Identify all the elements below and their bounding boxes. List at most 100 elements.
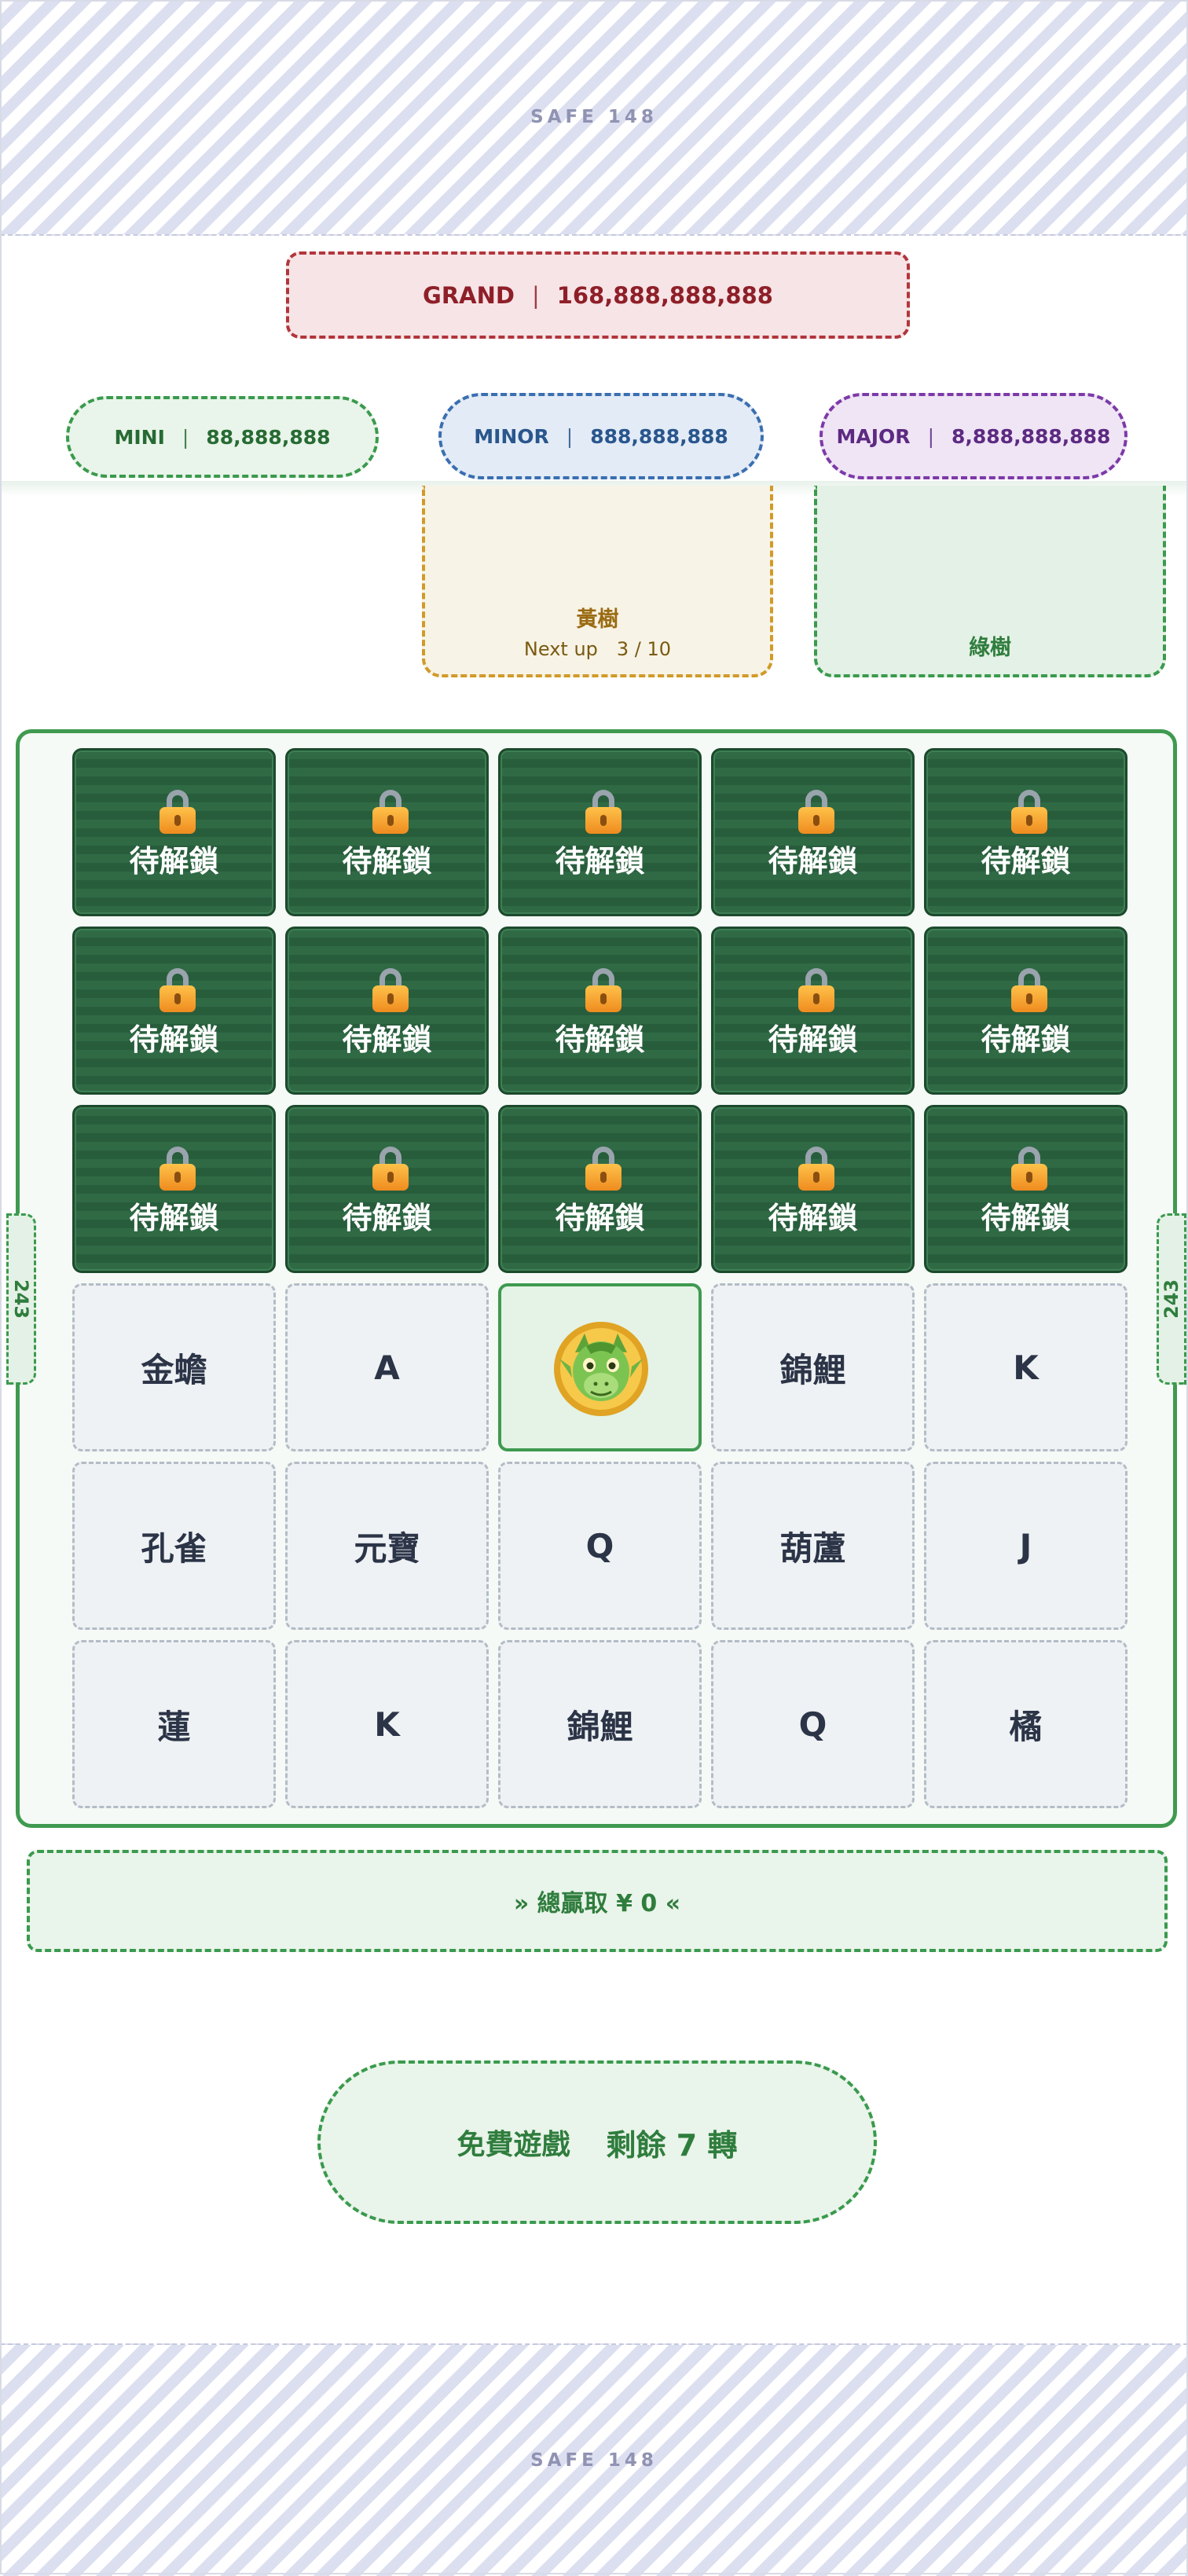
symbol-cell: 金蟾 <box>72 1283 276 1451</box>
symbol-label: Q <box>798 1704 827 1744</box>
total-win-bar: » 總贏取 ¥ 0 « <box>27 1850 1168 1952</box>
padlock-icon <box>372 968 409 1012</box>
locked-cell: 待解鎖 <box>498 927 702 1095</box>
locked-cell-label: 待解鎖 <box>768 1022 858 1057</box>
free-games-remaining: 剩餘 7 轉 <box>606 2127 738 2163</box>
symbol-cell: 葫蘆 <box>711 1462 915 1630</box>
minor-jackpot: MINOR | 888,888,888 <box>438 393 764 479</box>
minor-separator: | <box>566 424 574 448</box>
locked-cell: 待解鎖 <box>711 1105 915 1273</box>
symbol-cell: K <box>924 1283 1128 1451</box>
symbol-cell: Q <box>711 1640 915 1808</box>
padlock-icon <box>1011 790 1047 834</box>
symbol-cell: K <box>285 1640 489 1808</box>
locked-cell-label: 待解鎖 <box>981 844 1071 879</box>
symbol-label: K <box>1013 1348 1039 1387</box>
locked-cell-label: 待解鎖 <box>555 844 645 879</box>
padlock-icon <box>372 1147 409 1191</box>
locked-cell: 待解鎖 <box>72 748 276 916</box>
free-games-label: 免費遊戲 <box>456 2129 570 2161</box>
mini-jackpot: MINI | 88,888,888 <box>66 396 379 478</box>
symbol-label: 蓮 <box>157 1707 191 1746</box>
symbol-cell: A <box>285 1283 489 1451</box>
locked-cell-label: 待解鎖 <box>981 1201 1071 1235</box>
padlock-icon <box>585 790 622 834</box>
symbol-cell: 孔雀 <box>72 1462 276 1630</box>
grand-label: GRAND <box>423 281 515 309</box>
padlock-icon <box>372 790 409 834</box>
green-tree-panel: 綠樹 <box>814 486 1166 677</box>
locked-cell-label: 待解鎖 <box>768 844 858 879</box>
minor-label: MINOR <box>474 424 549 448</box>
locked-cell-label: 待解鎖 <box>129 844 219 879</box>
major-label: MAJOR <box>836 424 911 448</box>
free-games-button[interactable]: 免費遊戲 剩餘 7 轉 <box>317 2060 877 2224</box>
dragon-wild-cell <box>498 1283 702 1451</box>
locked-cell: 待解鎖 <box>285 748 489 916</box>
padlock-icon <box>585 1147 622 1191</box>
locked-cell-label: 待解鎖 <box>129 1022 219 1057</box>
yellow-tree-progress: Next up 3 / 10 <box>523 638 672 660</box>
ways-tab-left: 243 <box>6 1213 36 1385</box>
safe-zone-top: SAFE 148 <box>0 0 1188 236</box>
symbol-cell: 橘 <box>924 1640 1128 1808</box>
symbol-cell: 元寶 <box>285 1462 489 1630</box>
symbol-cell: 錦鯉 <box>498 1640 702 1808</box>
padlock-icon <box>160 968 196 1012</box>
symbol-label: 葫蘆 <box>779 1528 846 1568</box>
locked-cell: 待解鎖 <box>285 927 489 1095</box>
locked-cell-label: 待解鎖 <box>342 1022 432 1057</box>
total-win-text: » 總贏取 ¥ 0 « <box>513 1890 681 1917</box>
mini-value: 88,888,888 <box>206 425 331 449</box>
green-tree-name: 綠樹 <box>969 636 1011 660</box>
major-jackpot: MAJOR | 8,888,888,888 <box>820 393 1128 479</box>
symbol-label: 金蟾 <box>141 1350 207 1389</box>
mini-label: MINI <box>114 425 165 449</box>
locked-cell: 待解鎖 <box>711 748 915 916</box>
yellow-tree-panel: 黃樹 Next up 3 / 10 <box>422 486 773 677</box>
locked-cell: 待解鎖 <box>72 1105 276 1273</box>
ways-tab-right: 243 <box>1157 1213 1186 1385</box>
symbol-cell: 蓮 <box>72 1640 276 1808</box>
locked-cell: 待解鎖 <box>924 748 1128 916</box>
locked-cell: 待解鎖 <box>72 927 276 1095</box>
minor-value: 888,888,888 <box>590 424 728 448</box>
major-value: 8,888,888,888 <box>952 424 1111 448</box>
major-separator: | <box>927 424 934 448</box>
symbol-label: K <box>374 1704 400 1744</box>
symbol-label: 孔雀 <box>141 1528 207 1568</box>
padlock-icon <box>1011 1147 1047 1191</box>
padlock-icon <box>798 790 834 834</box>
symbol-label: A <box>374 1348 400 1387</box>
locked-cell-label: 待解鎖 <box>555 1022 645 1057</box>
grand-separator: | <box>531 281 540 309</box>
locked-cell: 待解鎖 <box>924 927 1128 1095</box>
green-dragon-coin-icon <box>554 1322 648 1416</box>
grand-jackpot: GRAND | 168,888,888,888 <box>286 251 910 339</box>
locked-cell-label: 待解鎖 <box>129 1201 219 1235</box>
padlock-icon <box>160 790 196 834</box>
locked-cell: 待解鎖 <box>285 1105 489 1273</box>
symbol-cell: 錦鯉 <box>711 1283 915 1451</box>
padlock-icon <box>798 1147 834 1191</box>
mini-separator: | <box>182 425 189 449</box>
locked-cell-label: 待解鎖 <box>342 1201 432 1235</box>
padlock-icon <box>1011 968 1047 1012</box>
safe-label-top: SAFE 148 <box>530 107 658 127</box>
locked-cell-label: 待解鎖 <box>342 844 432 879</box>
symbol-label: 元寶 <box>354 1528 420 1568</box>
padlock-icon <box>160 1147 196 1191</box>
symbol-cell: J <box>924 1462 1128 1630</box>
grand-value: 168,888,888,888 <box>556 281 773 309</box>
safe-label-bottom: SAFE 148 <box>530 2450 658 2471</box>
locked-cell-label: 待解鎖 <box>768 1201 858 1235</box>
symbol-label: Q <box>585 1526 614 1565</box>
locked-cell-label: 待解鎖 <box>555 1201 645 1235</box>
symbol-label: 錦鯉 <box>566 1707 633 1746</box>
locked-cell: 待解鎖 <box>498 748 702 916</box>
ways-count-right: 243 <box>1160 1279 1183 1319</box>
symbol-label: J <box>1019 1526 1032 1565</box>
safe-zone-bottom: SAFE 148 <box>0 2343 1188 2576</box>
locked-cell: 待解鎖 <box>498 1105 702 1273</box>
locked-cell: 待解鎖 <box>711 927 915 1095</box>
